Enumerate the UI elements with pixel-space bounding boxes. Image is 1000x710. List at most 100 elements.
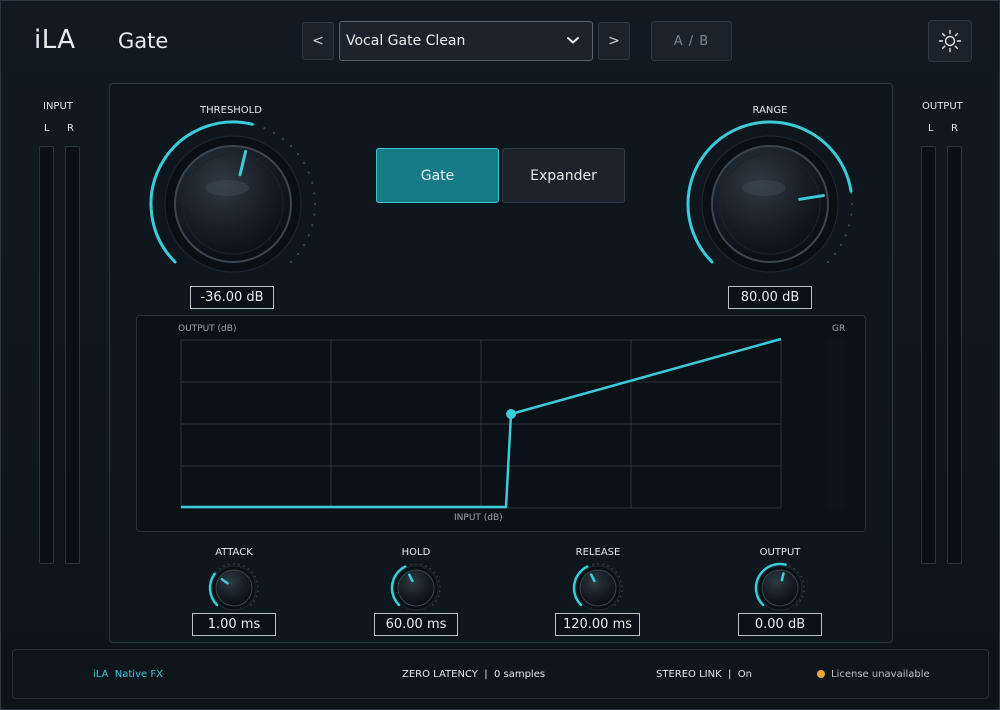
output-gain-knob-body: [761, 569, 799, 607]
threshold-knob[interactable]: [146, 118, 320, 284]
chevron-down-icon: [566, 33, 580, 51]
brand-logo: iLA: [34, 25, 76, 55]
expander-mode-button[interactable]: Expander: [502, 148, 625, 203]
stereo-link-separator: |: [728, 669, 732, 680]
attack-knob-track-dot: [257, 585, 259, 588]
input-meter-title: INPUT: [43, 101, 73, 112]
latency-separator: |: [484, 669, 488, 680]
range-knob[interactable]: [683, 118, 857, 284]
output-gain-knob-track-dot: [802, 580, 804, 583]
release-knob-track-dot: [611, 567, 614, 570]
release-knob-track-dot: [607, 565, 609, 567]
output-gain-knob-track-dot: [796, 604, 798, 606]
threshold-knob-body: [174, 145, 292, 263]
release-knob-track-dot: [621, 585, 623, 588]
stereo-link-label: STEREO LINK: [656, 669, 722, 680]
output-meter-title: OUTPUT: [922, 101, 963, 112]
threshold-value[interactable]: -36.00 dB: [190, 286, 274, 309]
gate-mode-button[interactable]: Gate: [376, 148, 499, 203]
threshold-knob-track-dot: [307, 234, 310, 237]
threshold-knob-track-dot: [302, 161, 306, 165]
attack-knob-track-dot: [254, 575, 256, 578]
release-value[interactable]: 120.00 ms: [555, 613, 640, 636]
attack-value[interactable]: 1.00 ms: [192, 613, 276, 636]
license-status-text: License unavailable: [831, 669, 930, 680]
attack-knob-track-dot: [247, 567, 250, 570]
footer-brand-sub: Native FX: [114, 669, 163, 680]
threshold-knob-track-dot: [307, 171, 310, 174]
output-gain-knob-track-dot: [799, 600, 801, 602]
output-gain-label: OUTPUT: [759, 547, 801, 558]
hold-knob-track-dot: [437, 595, 440, 598]
next-preset-button[interactable]: >: [598, 22, 630, 60]
plugin-window: iLA Gate < Vocal Gate Clean > A / B INPU…: [0, 0, 1000, 710]
hold-knob-track-dot: [435, 600, 437, 602]
latency-label: ZERO LATENCY: [402, 669, 478, 680]
output-gain-knob-indicator: [780, 572, 785, 582]
attack-knob-track-dot: [215, 571, 217, 574]
release-knob-track-dot: [615, 571, 617, 574]
threshold-knob-track-dot: [263, 127, 266, 130]
preset-selector[interactable]: Vocal Gate Clean: [339, 21, 593, 61]
hold-value[interactable]: 60.00 ms: [374, 613, 458, 636]
attack-knob-track-dot: [228, 563, 230, 566]
license-status: License unavailable: [817, 669, 930, 680]
attack-knob-track-dot: [218, 567, 221, 570]
output-gain-value[interactable]: 0.00 dB: [738, 613, 822, 636]
status-bar: iLA Native FX ZERO LATENCY | 0 samples S…: [12, 649, 989, 699]
threshold-knob-track-dot: [313, 213, 316, 216]
sun-icon: [938, 29, 962, 53]
output-gain-knob-track-dot: [802, 590, 805, 593]
threshold-knob-track-dot: [296, 252, 300, 256]
footer-brand: iLA Native FX: [93, 669, 163, 680]
release-knob-track-dot: [619, 595, 622, 598]
attack-knob-track-dot: [243, 565, 245, 567]
transfer-curve-display: OUTPUT (dB) GR INPUT (dB): [136, 315, 866, 532]
threshold-point-handle[interactable]: [506, 409, 516, 419]
output-gain-knob-track-dot: [789, 565, 791, 567]
hold-knob-track-dot: [438, 590, 441, 593]
attack-label: ATTACK: [215, 547, 253, 558]
threshold-knob-track-dot: [296, 152, 300, 156]
threshold-knob-track-dot: [281, 137, 285, 141]
attack-knob-body: [215, 569, 253, 607]
threshold-knob-track-dot: [311, 181, 314, 184]
hold-knob-track-dot: [425, 565, 427, 567]
hold-knob-track-dot: [436, 575, 438, 578]
attack-knob[interactable]: [204, 560, 264, 612]
attack-knob-track-dot: [223, 565, 225, 567]
release-knob-track-dot: [620, 590, 623, 593]
threshold-knob-track-dot: [313, 202, 317, 206]
preset-name: Vocal Gate Clean: [346, 33, 466, 49]
threshold-knob-highlight: [205, 180, 249, 196]
release-label: RELEASE: [575, 547, 621, 558]
hold-knob[interactable]: [386, 560, 446, 612]
release-knob-body: [579, 569, 617, 607]
output-gain-knob-track-dot: [801, 595, 804, 598]
latency-status: ZERO LATENCY | 0 samples: [402, 669, 545, 680]
attack-knob-track-dot: [255, 595, 258, 598]
release-knob[interactable]: [568, 560, 628, 612]
plugin-title: Gate: [118, 29, 169, 53]
stereo-link-status[interactable]: STEREO LINK | On: [656, 669, 752, 680]
range-knob-track-dot: [844, 234, 847, 237]
output-meter-right: [947, 146, 962, 564]
output-gain-knob-track-dot: [800, 575, 802, 578]
hold-knob-track-dot: [415, 563, 417, 565]
ab-compare-button[interactable]: A / B: [651, 21, 732, 61]
attack-knob-track-dot: [253, 600, 255, 602]
output-gain-knob[interactable]: [750, 560, 810, 612]
input-meter-left: [39, 146, 54, 564]
range-knob-body: [711, 145, 829, 263]
license-status-dot: [817, 670, 825, 678]
release-knob-track-dot: [592, 563, 594, 566]
hold-knob-body: [397, 569, 435, 607]
range-knob-track-dot: [826, 260, 830, 264]
hold-label: HOLD: [401, 547, 431, 558]
latency-value: 0 samples: [493, 669, 546, 680]
previous-preset-button[interactable]: <: [302, 22, 334, 60]
threshold-knob-track-dot: [302, 243, 306, 247]
range-knob-track-dot: [833, 252, 837, 256]
range-value[interactable]: 80.00 dB: [728, 286, 812, 309]
settings-button[interactable]: [928, 20, 972, 62]
